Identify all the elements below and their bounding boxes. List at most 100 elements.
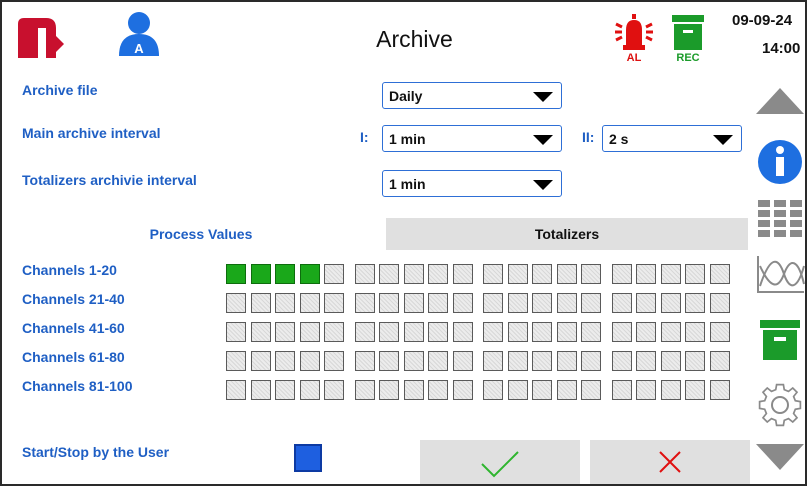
- channel-toggle-95[interactable]: [581, 380, 601, 400]
- channel-toggle-29[interactable]: [428, 293, 448, 313]
- channel-toggle-35[interactable]: [581, 293, 601, 313]
- confirm-button[interactable]: [420, 440, 580, 484]
- channel-toggle-27[interactable]: [379, 293, 399, 313]
- channel-toggle-93[interactable]: [532, 380, 552, 400]
- channel-toggle-49[interactable]: [428, 322, 448, 342]
- channel-toggle-26[interactable]: [354, 293, 375, 313]
- channel-toggle-54[interactable]: [556, 322, 577, 342]
- table-view-button[interactable]: [754, 196, 806, 240]
- channel-toggle-18[interactable]: [660, 264, 681, 284]
- channel-toggle-2[interactable]: [250, 264, 271, 284]
- channel-toggle-90[interactable]: [452, 380, 473, 400]
- channel-toggle-46[interactable]: [354, 322, 375, 342]
- info-button[interactable]: [754, 138, 806, 186]
- channel-toggle-77[interactable]: [636, 351, 656, 371]
- channel-toggle-67[interactable]: [379, 351, 399, 371]
- channel-toggle-55[interactable]: [581, 322, 601, 342]
- channel-toggle-33[interactable]: [532, 293, 552, 313]
- channel-toggle-69[interactable]: [428, 351, 448, 371]
- channel-toggle-57[interactable]: [636, 322, 656, 342]
- channel-toggle-25[interactable]: [324, 293, 344, 313]
- channel-toggle-85[interactable]: [324, 380, 344, 400]
- channel-toggle-87[interactable]: [379, 380, 399, 400]
- channel-toggle-63[interactable]: [275, 351, 295, 371]
- channel-toggle-40[interactable]: [709, 293, 730, 313]
- channel-toggle-41[interactable]: [226, 322, 246, 342]
- channel-toggle-61[interactable]: [226, 351, 246, 371]
- channel-toggle-52[interactable]: [507, 322, 528, 342]
- channel-toggle-82[interactable]: [250, 380, 271, 400]
- channel-toggle-31[interactable]: [483, 293, 503, 313]
- channel-toggle-8[interactable]: [403, 264, 424, 284]
- channel-toggle-34[interactable]: [556, 293, 577, 313]
- channel-toggle-1[interactable]: [226, 264, 246, 284]
- channel-toggle-32[interactable]: [507, 293, 528, 313]
- channel-toggle-15[interactable]: [581, 264, 601, 284]
- channel-toggle-11[interactable]: [483, 264, 503, 284]
- channel-toggle-99[interactable]: [685, 380, 705, 400]
- channel-toggle-19[interactable]: [685, 264, 705, 284]
- channel-toggle-5[interactable]: [324, 264, 344, 284]
- channel-toggle-91[interactable]: [483, 380, 503, 400]
- channel-toggle-24[interactable]: [299, 293, 320, 313]
- archive-file-select[interactable]: Daily: [382, 82, 562, 109]
- channel-toggle-80[interactable]: [709, 351, 730, 371]
- tab-totalizers[interactable]: Totalizers: [386, 218, 748, 250]
- channel-toggle-71[interactable]: [483, 351, 503, 371]
- channel-toggle-22[interactable]: [250, 293, 271, 313]
- channel-toggle-7[interactable]: [379, 264, 399, 284]
- channel-toggle-76[interactable]: [611, 351, 632, 371]
- channel-toggle-75[interactable]: [581, 351, 601, 371]
- interval-ii-select[interactable]: 2 s: [602, 125, 742, 152]
- channel-toggle-39[interactable]: [685, 293, 705, 313]
- scroll-up-button[interactable]: [754, 82, 806, 122]
- channel-toggle-62[interactable]: [250, 351, 271, 371]
- channel-toggle-12[interactable]: [507, 264, 528, 284]
- channel-toggle-94[interactable]: [556, 380, 577, 400]
- channel-toggle-74[interactable]: [556, 351, 577, 371]
- channel-toggle-17[interactable]: [636, 264, 656, 284]
- channel-toggle-60[interactable]: [709, 322, 730, 342]
- totalizers-interval-select[interactable]: 1 min: [382, 170, 562, 197]
- channel-toggle-78[interactable]: [660, 351, 681, 371]
- channel-toggle-3[interactable]: [275, 264, 295, 284]
- channel-toggle-48[interactable]: [403, 322, 424, 342]
- channel-toggle-56[interactable]: [611, 322, 632, 342]
- channel-toggle-51[interactable]: [483, 322, 503, 342]
- channel-toggle-42[interactable]: [250, 322, 271, 342]
- channel-toggle-21[interactable]: [226, 293, 246, 313]
- channel-toggle-98[interactable]: [660, 380, 681, 400]
- channel-toggle-88[interactable]: [403, 380, 424, 400]
- channel-toggle-65[interactable]: [324, 351, 344, 371]
- start-stop-checkbox[interactable]: [294, 444, 322, 472]
- tab-process-values[interactable]: Process Values: [20, 218, 382, 250]
- channel-toggle-68[interactable]: [403, 351, 424, 371]
- channel-toggle-97[interactable]: [636, 380, 656, 400]
- logo-icon[interactable]: [16, 14, 68, 60]
- scroll-down-button[interactable]: [754, 438, 806, 478]
- channel-toggle-10[interactable]: [452, 264, 473, 284]
- channel-toggle-23[interactable]: [275, 293, 295, 313]
- alarm-indicator[interactable]: AL: [612, 12, 656, 68]
- channel-toggle-36[interactable]: [611, 293, 632, 313]
- channel-toggle-38[interactable]: [660, 293, 681, 313]
- channel-toggle-37[interactable]: [636, 293, 656, 313]
- channel-toggle-50[interactable]: [452, 322, 473, 342]
- channel-toggle-14[interactable]: [556, 264, 577, 284]
- channel-toggle-92[interactable]: [507, 380, 528, 400]
- channel-toggle-64[interactable]: [299, 351, 320, 371]
- channel-toggle-53[interactable]: [532, 322, 552, 342]
- channel-toggle-30[interactable]: [452, 293, 473, 313]
- channel-toggle-86[interactable]: [354, 380, 375, 400]
- channel-toggle-66[interactable]: [354, 351, 375, 371]
- channel-toggle-89[interactable]: [428, 380, 448, 400]
- channel-toggle-20[interactable]: [709, 264, 730, 284]
- channel-toggle-4[interactable]: [299, 264, 320, 284]
- channel-toggle-28[interactable]: [403, 293, 424, 313]
- channel-toggle-6[interactable]: [354, 264, 375, 284]
- channel-toggle-9[interactable]: [428, 264, 448, 284]
- chart-view-button[interactable]: [754, 252, 806, 296]
- channel-toggle-44[interactable]: [299, 322, 320, 342]
- channel-toggle-96[interactable]: [611, 380, 632, 400]
- channel-toggle-73[interactable]: [532, 351, 552, 371]
